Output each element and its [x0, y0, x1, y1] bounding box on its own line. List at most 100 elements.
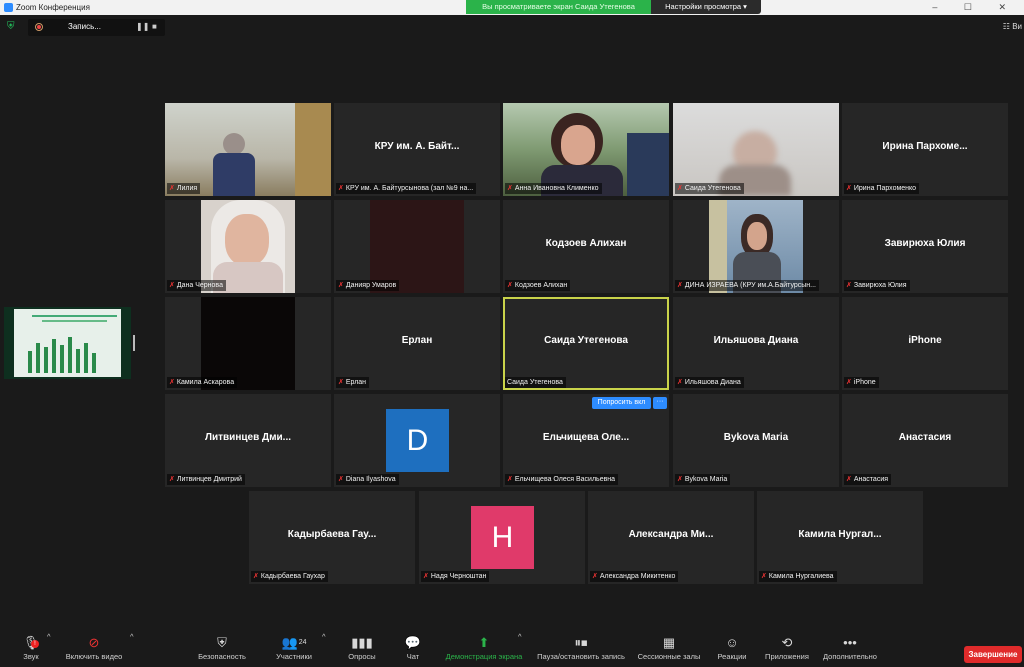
record-icon	[35, 23, 43, 31]
participant-tile[interactable]: Ильяшова Диана ✗ Ильяшова Диана	[673, 297, 839, 390]
mic-muted-icon: ✗	[169, 379, 175, 386]
mic-muted-icon: ✗	[338, 379, 344, 386]
participants-icon: 👥24	[281, 635, 307, 650]
pause-stop-icon: ⏸⏹	[574, 635, 588, 650]
participant-name-label: ✗ ДИНА ИЗРАЕВА (КРУ им.А.Байтурсын...	[675, 280, 819, 291]
window-controls[interactable]: – ☐ ✕	[932, 0, 1018, 15]
mic-muted-icon: ✗	[677, 282, 683, 289]
alert-badge: !	[31, 640, 39, 648]
mic-muted-icon: ✗	[338, 476, 344, 483]
avatar: H	[471, 506, 534, 569]
participant-tile[interactable]: ✗ Камила Аскарова	[165, 297, 331, 390]
mic-muted-icon: ✗	[253, 573, 259, 580]
participant-name-label: ✗ Bykova Maria	[675, 474, 731, 485]
breakout-rooms-button[interactable]: ▦ Сессионные залы	[634, 632, 704, 667]
pause-recording-icon[interactable]: ❚❚	[136, 22, 149, 31]
end-meeting-button[interactable]: Завершение	[964, 646, 1022, 663]
slide-bar	[92, 353, 96, 373]
participant-display-name: iPhone	[908, 335, 942, 346]
participant-name-label: ✗ Завирюха Юлия	[844, 280, 910, 291]
participant-tile[interactable]: Bykova Maria ✗ Bykova Maria	[673, 394, 839, 487]
participant-tile[interactable]: Ирина Пархоме... ✗ Ирина Пархоменко	[842, 103, 1008, 196]
more-options-button[interactable]: ···	[653, 397, 667, 409]
participant-tile[interactable]: ✗ Саида Утегенова	[673, 103, 839, 196]
participant-name-label: ✗ Камила Нургалиева	[759, 571, 837, 582]
shield-icon[interactable]: ⛨	[7, 22, 17, 32]
chevron-up-icon[interactable]: ^	[322, 632, 326, 667]
participant-name-label: ✗ Лилия	[167, 183, 201, 194]
participant-tile[interactable]: ✗ Данияр Умаров	[334, 200, 500, 293]
security-button[interactable]: ⛨ Безопасность	[194, 632, 250, 667]
participant-tile[interactable]: Ерлан ✗ Ерлан	[334, 297, 500, 390]
polls-button[interactable]: ▮▮▮ Опросы	[342, 632, 382, 667]
participant-name-label: ✗ Кодзоев Алихан	[505, 280, 571, 291]
participant-display-name: Александра Ми...	[628, 529, 714, 540]
participant-tile[interactable]: D ✗ Diana Ilyashova	[334, 394, 500, 487]
participant-tile[interactable]: Александра Ми... ✗ Александра Микитенко	[588, 491, 754, 584]
participant-name-label: ✗ Надя Черноштан	[421, 571, 490, 582]
participant-display-name: Bykova Maria	[723, 432, 789, 443]
chevron-up-icon[interactable]: ^	[47, 632, 51, 667]
mic-muted-icon: ✗	[761, 573, 767, 580]
mic-muted-icon: ✗	[846, 379, 852, 386]
participant-tile[interactable]: Анастасия ✗ Анастасия	[842, 394, 1008, 487]
polls-icon: ▮▮▮	[351, 635, 373, 650]
slide-preview	[14, 309, 121, 377]
participant-display-name: Ирина Пархоме...	[882, 141, 968, 152]
mic-muted-icon: ✗	[169, 282, 175, 289]
participant-name-label: ✗ Александра Микитенко	[590, 571, 679, 582]
participant-tile[interactable]: Литвинцев Дми... ✗ Литвинцев Дмитрий	[165, 394, 331, 487]
participant-tile[interactable]: ✗ Дана Чернова	[165, 200, 331, 293]
slide-bar	[84, 343, 88, 373]
participant-name-label: ✗ Данияр Умаров	[336, 280, 400, 291]
mic-muted-icon: ✗	[592, 573, 598, 580]
share-screen-button[interactable]: ⬆ Демонстрация экрана	[442, 632, 526, 667]
shared-screen-thumbnail[interactable]	[4, 307, 131, 379]
stop-recording-icon[interactable]: ■	[152, 22, 157, 31]
participant-name-label: ✗ Ерлан	[336, 377, 370, 388]
participant-name-label: ✗ Ильяшова Диана	[675, 377, 744, 388]
participant-name-label: ✗ Камила Аскарова	[167, 377, 238, 388]
participants-button[interactable]: 👥24 Участники	[270, 632, 318, 667]
participant-tile[interactable]: ✗ Анна Ивановна Клименко	[503, 103, 669, 196]
chevron-up-icon[interactable]: ^	[518, 632, 522, 667]
recording-indicator[interactable]: Запись... ❚❚ ■	[28, 19, 165, 36]
zoom-app-icon	[4, 3, 13, 12]
participant-tile[interactable]: Кодзоев Алихан ✗ Кодзоев Алихан	[503, 200, 669, 293]
participant-tile[interactable]: Кадырбаева Гау... ✗ Кадырбаева Гаухар	[249, 491, 415, 584]
slide-bar	[60, 345, 64, 373]
participant-name-label: Саида Утегенова	[505, 377, 566, 388]
recording-label: Запись...	[68, 22, 101, 31]
participant-tile[interactable]: iPhone ✗ iPhone	[842, 297, 1008, 390]
mic-muted-icon: ✗	[169, 185, 175, 192]
apps-button[interactable]: ⟲ Приложения	[760, 632, 814, 667]
window-title: Zoom Конференция	[16, 3, 90, 12]
participant-tile[interactable]: КРУ им. А. Байт... ✗ КРУ им. А. Байтурсын…	[334, 103, 500, 196]
pause-stop-recording-button[interactable]: ⏸⏹ Пауза/остановить запись	[534, 632, 628, 667]
participant-name-label: ✗ iPhone	[844, 377, 879, 388]
mute-button[interactable]: 🎙 Звук	[14, 632, 48, 667]
apps-icon: ⟲	[781, 635, 793, 650]
more-button[interactable]: ••• Дополнительно	[818, 632, 882, 667]
participant-name-label: ✗ Анастасия	[844, 474, 892, 485]
breakout-rooms-icon: ▦	[662, 635, 676, 650]
participant-display-name: КРУ им. А. Байт...	[374, 141, 460, 152]
view-options-button[interactable]: Настройки просмотра ▾	[651, 0, 761, 14]
chat-button[interactable]: 💬 Чат	[398, 632, 428, 667]
participant-tile[interactable]: Камила Нургал... ✗ Камила Нургалиева	[757, 491, 923, 584]
participant-tile[interactable]: H ✗ Надя Черноштан	[419, 491, 585, 584]
mic-muted-icon: ✗	[677, 379, 683, 386]
mic-muted-icon: ✗	[677, 476, 683, 483]
participant-name-label: ✗ Diana Ilyashova	[336, 474, 399, 485]
reactions-button[interactable]: ☺ Реакции	[712, 632, 752, 667]
chevron-up-icon[interactable]: ^	[130, 632, 134, 667]
start-video-button[interactable]: ⊘ Включить видео	[58, 632, 130, 667]
panel-splitter-handle[interactable]	[133, 335, 135, 351]
view-button[interactable]: ☷ Ви	[1003, 22, 1022, 31]
ask-to-unmute-button[interactable]: Попросить вкл	[592, 397, 651, 409]
mic-muted-icon: ✗	[507, 476, 513, 483]
participant-tile[interactable]: ✗ ДИНА ИЗРАЕВА (КРУ им.А.Байтурсын...	[673, 200, 839, 293]
participant-tile[interactable]: ✗ Лилия	[165, 103, 331, 196]
participant-tile[interactable]: Завирюха Юлия ✗ Завирюха Юлия	[842, 200, 1008, 293]
participant-tile-active-speaker[interactable]: Саида Утегенова Саида Утегенова	[503, 297, 669, 390]
